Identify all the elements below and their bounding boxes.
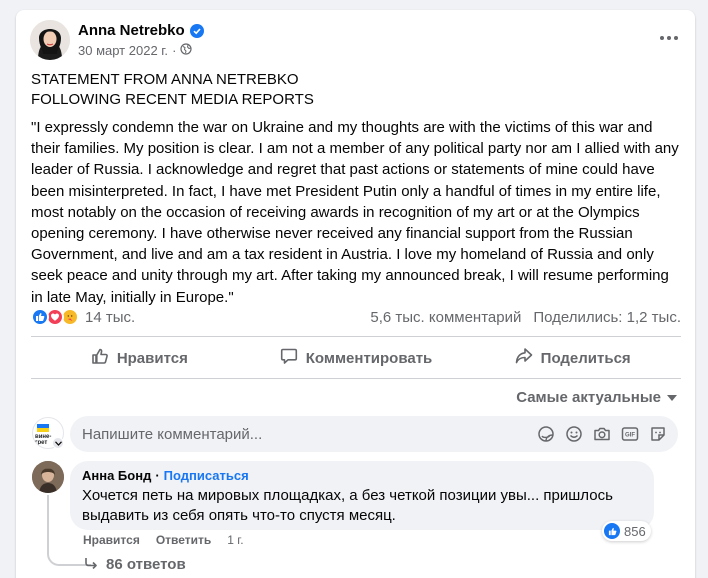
reaction-summary[interactable]: 14 тыс. <box>31 308 135 326</box>
share-label: Поделиться <box>540 349 631 367</box>
composer-tools: GIF <box>536 424 668 444</box>
comment-bubble: Анна Бонд · Подписаться Хочется петь на … <box>70 461 654 530</box>
meta-separator: · <box>172 43 177 58</box>
post-actions: Нравится Комментировать Поделиться <box>31 340 681 376</box>
divider <box>31 378 681 379</box>
share-button[interactable]: Поделиться <box>464 340 681 376</box>
like-reaction-icon <box>31 308 49 326</box>
follow-button[interactable]: Подписаться <box>164 468 249 483</box>
post-title-line2: FOLLOWING RECENT MEDIA REPORTS <box>31 90 314 108</box>
post-meta: 30 март 2022 г. · <box>78 43 193 58</box>
post-title: STATEMENT FROM ANNA NETREBKO FOLLOWING R… <box>31 70 314 109</box>
sticker-icon[interactable] <box>536 424 556 444</box>
verified-icon <box>189 23 204 38</box>
post-date[interactable]: 30 март 2022 г. <box>78 43 168 58</box>
more-icon[interactable] <box>655 28 683 48</box>
post-stats: 14 тыс. 5,6 тыс. комментарий Поделились:… <box>31 306 681 328</box>
comment-actions: Нравится Ответить 1 г. <box>83 533 244 547</box>
flag-icon-lower <box>37 428 49 432</box>
comment-sort-dropdown[interactable]: Самые актуальные <box>516 389 677 406</box>
svg-text:GIF: GIF <box>625 433 635 439</box>
share-icon <box>515 347 533 369</box>
comment-input[interactable] <box>82 425 536 443</box>
like-button[interactable]: Нравится <box>31 340 248 376</box>
like-reaction-icon <box>604 523 620 539</box>
author-avatar[interactable] <box>30 20 70 60</box>
comment-reply-button[interactable]: Ответить <box>156 533 211 547</box>
shares-count[interactable]: Поделились: 1,2 тыс. <box>533 309 681 326</box>
caret-down-icon <box>667 394 677 401</box>
post-title-line1: STATEMENT FROM ANNA NETREBKO <box>31 71 299 88</box>
gif-icon[interactable]: GIF <box>620 424 640 444</box>
view-replies-button[interactable]: 86 ответов <box>84 556 186 573</box>
comment-icon <box>280 347 298 369</box>
comment-separator: · <box>155 468 160 483</box>
comment-like-button[interactable]: Нравится <box>83 533 140 547</box>
comment-reaction-count: 856 <box>624 523 646 539</box>
camera-icon[interactable] <box>592 424 612 444</box>
thumb-up-icon <box>91 347 109 369</box>
comment-composer: GIF <box>70 416 678 452</box>
reply-arrow-icon <box>84 556 98 573</box>
comments-count[interactable]: 5,6 тыс. комментарий <box>370 309 521 326</box>
comment-text: Хочется петь на мировых площадках, а без… <box>82 487 613 524</box>
comment-author[interactable]: Анна Бонд <box>82 468 151 483</box>
replies-count: 86 ответов <box>106 556 186 573</box>
emoji-icon[interactable] <box>564 424 584 444</box>
comment-button[interactable]: Комментировать <box>248 340 465 376</box>
commenter-avatar[interactable] <box>32 461 64 493</box>
thread-line <box>47 495 49 547</box>
account-switcher-icon[interactable] <box>52 437 64 449</box>
author-name[interactable]: Anna Netrebko <box>78 22 185 39</box>
comment-time[interactable]: 1 г. <box>227 533 243 547</box>
sort-label: Самые актуальные <box>516 389 661 406</box>
sticker-alt-icon[interactable] <box>648 424 668 444</box>
divider <box>31 336 681 337</box>
comment-reactions[interactable]: 856 <box>602 521 651 541</box>
reaction-count: 14 тыс. <box>85 308 136 326</box>
post-author: Anna Netrebko <box>78 22 204 39</box>
comment-label: Комментировать <box>305 349 433 367</box>
globe-icon <box>180 43 193 58</box>
post-body: "I expressly condemn the war on Ukraine … <box>31 119 679 306</box>
like-label: Нравится <box>116 349 188 367</box>
